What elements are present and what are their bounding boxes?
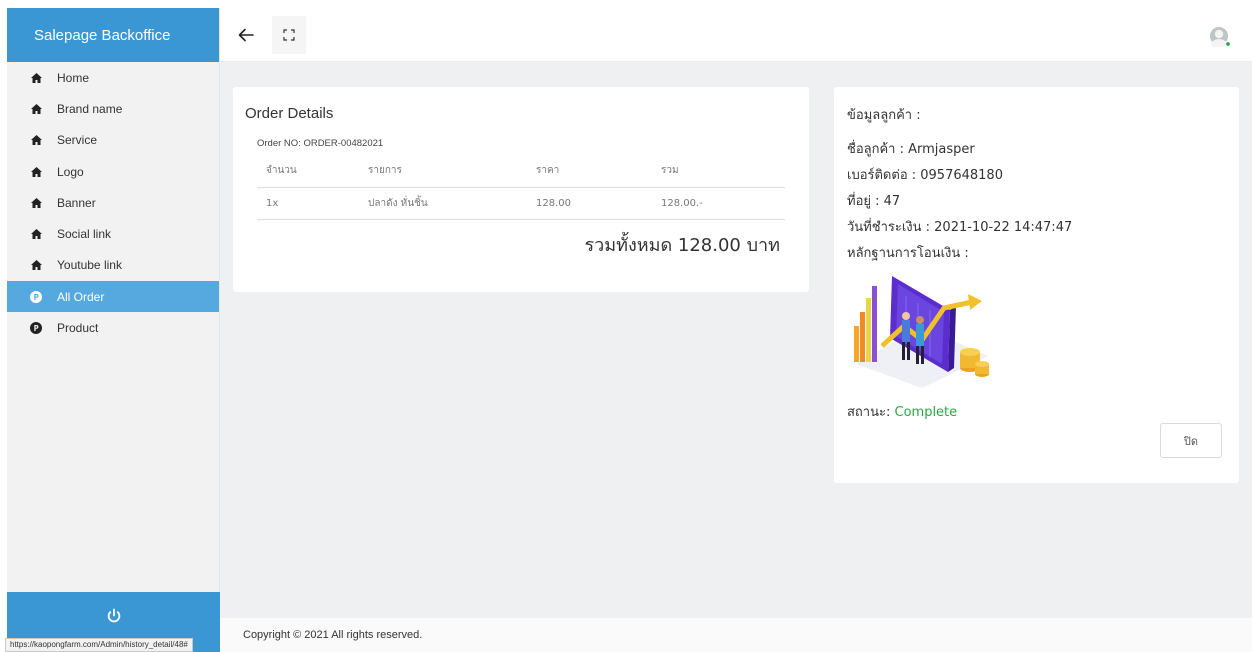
avatar[interactable] [1208,25,1232,49]
status-badge: Complete [894,405,958,420]
footer: Copyright © 2021 All rights reserved. [220,618,1252,652]
cell-item: ปลาดัง หั่นชิ้น [359,187,527,220]
home-icon [29,102,43,116]
grand-total: รวมทั้งหมด 128.00 บาท [584,235,780,256]
sidebar-item-label: Service [57,133,98,148]
status-label: สถานะ: [847,405,895,420]
power-icon[interactable] [105,607,123,625]
top-bar [220,8,1252,62]
home-icon [29,71,43,85]
order-table: จำนวน รายการ ราคา รวม 1x ปลาดัง หั่นชิ้น… [257,155,785,220]
sidebar: Salepage Backoffice Home Brand name Serv… [7,8,220,652]
home-icon [29,133,43,147]
column-header-total: รวม [652,155,785,188]
order-status: สถานะ: Complete [847,401,957,422]
sidebar-item-product[interactable]: Product [7,312,219,343]
sidebar-item-service[interactable]: Service [7,125,219,156]
sidebar-item-social-link[interactable]: Social link [7,218,219,249]
browser-status-url: https://kaopongfarm.com/Admin/history_de… [5,638,193,652]
sidebar-item-label: All Order [57,289,105,304]
sidebar-item-label: Home [57,70,90,85]
order-number: Order NO: ORDER-00482021 [257,138,384,149]
sidebar-item-label: Brand name [57,101,123,116]
home-icon [29,165,43,179]
customer-info-card: ข้อมูลลูกค้า : ชื่อลูกค้า : Armjasper เบ… [834,87,1239,483]
home-icon [29,196,43,210]
column-header-item: รายการ [359,155,527,188]
sidebar-nav: Home Brand name Service Logo Banner Soci… [7,62,219,344]
product-icon [29,321,43,335]
sidebar-item-label: Youtube link [57,258,122,273]
main-content: Order Details Order NO: ORDER-00482021 จ… [220,62,1252,618]
home-icon [29,258,43,272]
sidebar-item-logo[interactable]: Logo [7,156,219,187]
sidebar-item-label: Product [57,321,99,336]
cell-price: 128.00 [527,187,652,220]
order-details-title: Order Details [245,105,334,122]
close-button[interactable]: ปิด [1160,423,1222,458]
sidebar-item-label: Social link [57,227,112,242]
column-header-qty: จำนวน [257,155,359,188]
home-icon [29,227,43,241]
customer-name: ชื่อลูกค้า : Armjasper [847,142,975,157]
fullscreen-icon[interactable] [272,16,306,54]
copyright-text: Copyright © 2021 All rights reserved. [243,629,423,641]
sidebar-item-label: Logo [57,164,84,179]
column-header-price: ราคา [527,155,652,188]
cell-total: 128.00.- [652,187,785,220]
product-icon [29,290,43,304]
payment-date: วันที่ชำระเงิน : 2021-10-22 14:47:47 [847,220,1073,235]
sidebar-item-banner[interactable]: Banner [7,187,219,218]
brand-title[interactable]: Salepage Backoffice [7,8,219,62]
sidebar-item-brand-name[interactable]: Brand name [7,93,219,124]
transfer-proof-label: หลักฐานการโอนเงิน : [847,246,969,261]
table-header-row: จำนวน รายการ ราคา รวม [257,155,785,188]
customer-heading: ข้อมูลลูกค้า : [847,108,921,123]
sidebar-item-all-order[interactable]: All Order [7,281,219,313]
order-details-card: Order Details Order NO: ORDER-00482021 จ… [233,87,809,292]
cell-qty: 1x [257,187,359,220]
customer-address: ที่อยู่ : 47 [847,194,901,209]
sidebar-item-youtube-link[interactable]: Youtube link [7,250,219,281]
sidebar-item-home[interactable]: Home [7,62,219,93]
back-arrow-icon[interactable] [234,23,258,47]
transfer-proof-image[interactable] [846,268,992,388]
sidebar-item-label: Banner [57,195,96,210]
table-row: 1x ปลาดัง หั่นชิ้น 128.00 128.00.- [257,187,785,220]
customer-phone: เบอร์ติดต่อ : 0957648180 [847,168,1003,183]
